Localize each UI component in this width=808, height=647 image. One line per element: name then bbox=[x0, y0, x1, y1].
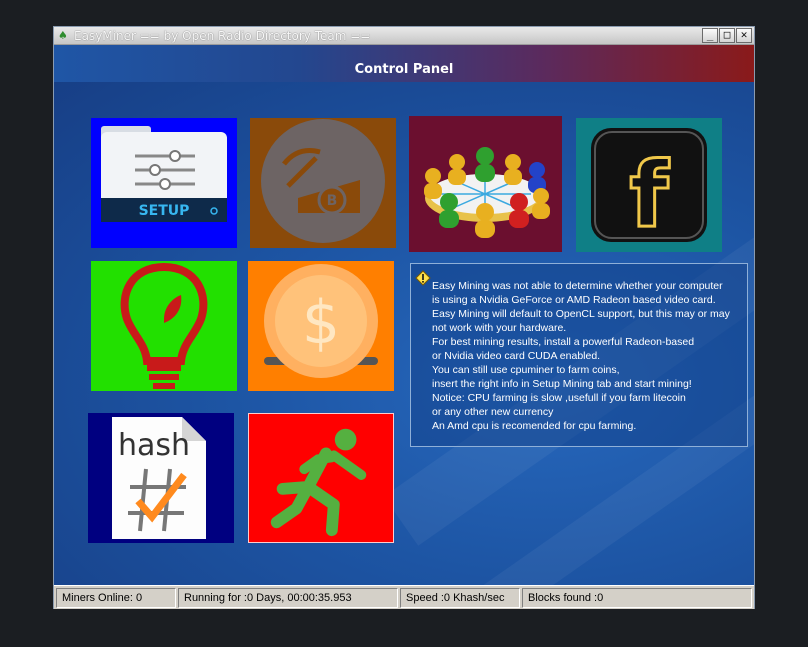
run-tile[interactable] bbox=[248, 413, 394, 543]
donate-tile[interactable]: $ bbox=[248, 261, 394, 391]
dollar-symbol: $ bbox=[302, 288, 340, 358]
setup-label: SETUP bbox=[139, 203, 190, 219]
app-leaf-icon: ♠ bbox=[58, 29, 68, 42]
info-line: For best mining results, install a power… bbox=[432, 336, 695, 348]
warning-icon bbox=[415, 270, 431, 286]
control-panel-area: SETUP B f $ hash Easy Mining was not abl… bbox=[54, 82, 754, 585]
speed-status: Speed :0 Khash/sec bbox=[400, 588, 520, 608]
facebook-letter: f bbox=[629, 143, 669, 248]
people-network-icon bbox=[424, 147, 550, 238]
info-message: Easy Mining was not able to determine wh… bbox=[432, 279, 730, 433]
title-bar[interactable]: ♠ EasyMiner == by Open Radio Directory T… bbox=[54, 27, 754, 45]
facebook-tile[interactable]: f bbox=[576, 118, 722, 252]
info-line: or any other new currency bbox=[432, 406, 554, 418]
svg-text:B: B bbox=[327, 193, 338, 209]
folder-settings-icon: SETUP bbox=[101, 126, 227, 222]
info-line: not work with your hardware. bbox=[432, 322, 567, 334]
running-man-icon bbox=[270, 428, 367, 537]
info-line: An Amd cpu is recomended for cpu farming… bbox=[432, 420, 637, 432]
minimize-button[interactable]: _ bbox=[702, 28, 718, 43]
info-line: Notice: CPU farming is slow ,usefull if … bbox=[432, 392, 686, 404]
hash-tile[interactable]: hash bbox=[88, 413, 234, 543]
close-button[interactable]: ✕ bbox=[736, 28, 752, 43]
running-time-status: Running for :0 Days, 00:00:35.953 bbox=[178, 588, 398, 608]
hash-label: hash bbox=[118, 428, 190, 463]
header-band: Control Panel bbox=[54, 45, 754, 82]
maximize-button[interactable]: □ bbox=[719, 28, 735, 43]
lightbulb-icon bbox=[120, 262, 208, 389]
page-title: Control Panel bbox=[354, 62, 454, 77]
info-message-box: Easy Mining was not able to determine wh… bbox=[410, 263, 748, 447]
dollar-coin-icon: $ bbox=[264, 264, 378, 378]
info-line: You can still use cpuminer to farm coins… bbox=[432, 364, 620, 376]
info-line: insert the right info in Setup Mining ta… bbox=[432, 378, 692, 390]
status-bar: Miners Online: 0 Running for :0 Days, 00… bbox=[54, 585, 754, 609]
community-tile[interactable] bbox=[409, 116, 562, 252]
main-window: ♠ EasyMiner == by Open Radio Directory T… bbox=[53, 26, 755, 609]
pickaxe-coin-icon: B bbox=[261, 119, 385, 243]
info-line: is using a Nvidia GeForce or AMD Radeon … bbox=[432, 294, 716, 306]
tips-tile[interactable] bbox=[91, 261, 237, 391]
setup-tile[interactable]: SETUP bbox=[91, 118, 237, 248]
blocks-found-status: Blocks found :0 bbox=[522, 588, 752, 608]
miners-online-status: Miners Online: 0 bbox=[56, 588, 176, 608]
info-line: or Nvidia video card CUDA enabled. bbox=[432, 350, 601, 362]
mining-tile[interactable]: B bbox=[250, 118, 396, 248]
window-title: EasyMiner == by Open Radio Directory Tea… bbox=[74, 29, 371, 43]
facebook-icon: f bbox=[591, 128, 707, 250]
hash-document-icon: hash bbox=[112, 417, 206, 539]
info-line: Easy Mining was not able to determine wh… bbox=[432, 280, 723, 292]
info-line: Easy Mining will default to OpenCL suppo… bbox=[432, 308, 730, 320]
